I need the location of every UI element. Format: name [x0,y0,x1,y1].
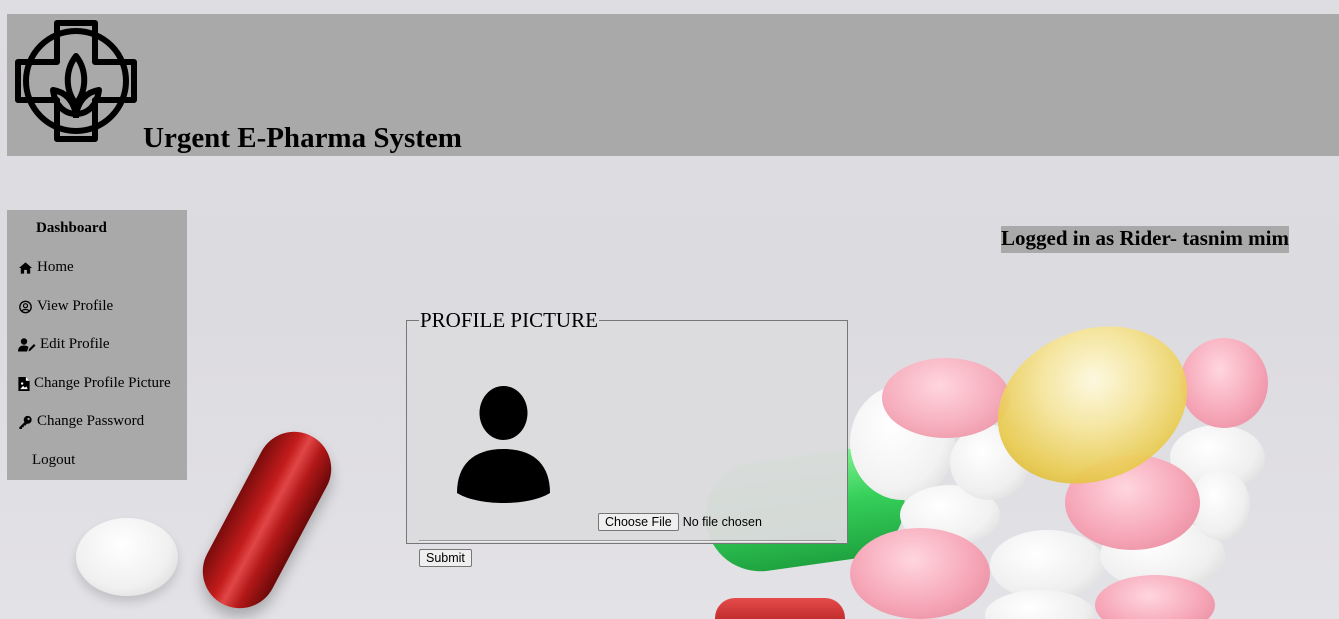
site-title: Urgent E-Pharma System [143,122,462,154]
sidebar-item-label: Change Password [37,413,145,429]
choose-file-button[interactable]: Choose File [598,513,679,531]
sidebar-item-label: Home [37,259,74,275]
site-header: Urgent E-Pharma System [7,14,1339,156]
file-image-icon [18,376,30,391]
sidebar: Dashboard Home View Profile Edit Profile… [7,210,187,480]
sidebar-item-edit-profile[interactable]: Edit Profile [18,336,110,353]
user-avatar-icon [457,386,550,503]
home-icon [18,261,33,274]
sidebar-item-logout[interactable]: Logout [32,452,75,469]
file-input[interactable]: Choose File No file chosen [598,513,762,531]
pharmacy-cross-leaf-icon[interactable] [13,18,139,144]
logged-in-status: Logged in as Rider- tasnim mim [1001,226,1289,253]
user-circle-icon [19,300,32,313]
sidebar-item-label: View Profile [37,298,114,314]
form-divider [419,540,836,542]
key-icon [19,415,32,429]
profile-picture-fieldset: PROFILE PICTURE Choose File No file chos… [406,308,848,567]
sidebar-item-label: Logout [32,452,76,468]
sidebar-item-label: Edit Profile [40,336,110,352]
user-edit-icon [18,337,36,351]
sidebar-item-change-profile-picture[interactable]: Change Profile Picture [18,375,171,392]
profile-picture-legend: PROFILE PICTURE [420,308,598,332]
sidebar-item-view-profile[interactable]: View Profile [18,298,113,315]
sidebar-heading-dashboard[interactable]: Dashboard [36,220,107,237]
sidebar-item-label: Change Profile Picture [34,375,171,391]
sidebar-item-home[interactable]: Home [18,259,74,276]
submit-button[interactable]: Submit [419,549,472,567]
sidebar-item-change-password[interactable]: Change Password [18,413,144,430]
file-status-text: No file chosen [682,515,762,529]
